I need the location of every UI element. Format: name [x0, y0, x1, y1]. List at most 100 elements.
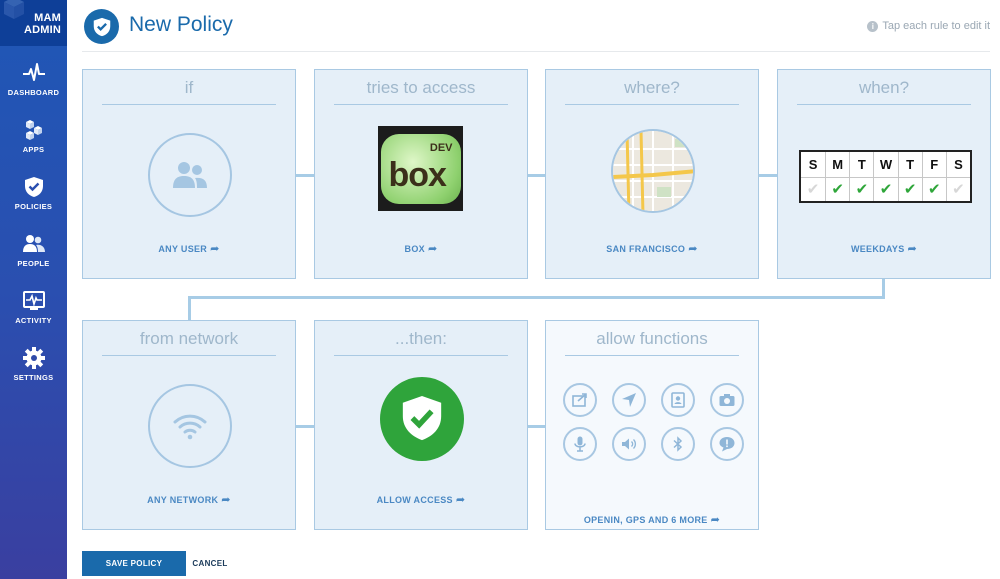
- brand-line1: MAM: [34, 12, 61, 24]
- function-bluetooth[interactable]: [661, 427, 695, 461]
- function-chat[interactable]: [710, 427, 744, 461]
- wifi-circle: [148, 384, 232, 468]
- connector: [527, 425, 545, 428]
- card-label: BOX ➦: [315, 242, 527, 255]
- card-label: WEEKDAYS ➦: [778, 242, 990, 255]
- function-camera[interactable]: [710, 383, 744, 417]
- card-label: ANY USER ➦: [83, 242, 295, 255]
- share-arrow-icon: ➦: [455, 494, 466, 506]
- rule-card-functions[interactable]: allow functions OPENIN, GPS AND 6 MORE ➦: [545, 320, 759, 530]
- day-letter: T: [849, 152, 873, 177]
- activity-monitor-icon: [22, 291, 45, 310]
- camera-icon: [719, 394, 735, 406]
- brand-line2: ADMIN: [23, 24, 61, 36]
- edit-hint-text: Tap each rule to edit it: [882, 20, 990, 32]
- card-label: ALLOW ACCESS ➦: [315, 493, 527, 506]
- card-title: where?: [565, 78, 739, 105]
- function-microphone[interactable]: [563, 427, 597, 461]
- card-label: SAN FRANCISCO ➦: [546, 242, 758, 255]
- day-check-icon: ✔: [945, 176, 970, 201]
- contacts-icon: [671, 392, 685, 408]
- edit-hint: i Tap each rule to edit it: [867, 20, 990, 32]
- header-divider: [82, 51, 990, 52]
- card-label-text: ANY USER: [158, 244, 208, 254]
- info-icon: i: [867, 20, 879, 32]
- policy-shield-logo: [84, 9, 119, 44]
- day-letter: F: [921, 152, 946, 177]
- day-check-icon: ✔: [921, 176, 946, 201]
- box-app-logo: DEV box: [378, 126, 463, 211]
- brand-name: MAM ADMIN: [24, 12, 61, 36]
- shield-check-icon: [402, 396, 442, 441]
- day-check-icon: ✔: [825, 176, 850, 201]
- day-check-icon: ✔: [801, 176, 826, 202]
- sidebar-item-activity[interactable]: ACTIVITY: [0, 274, 67, 331]
- card-label-text: OPENIN, GPS AND 6 MORE: [583, 515, 708, 525]
- bluetooth-icon: [673, 436, 683, 452]
- rule-card-then[interactable]: ...then: ALLOW ACCESS ➦: [314, 320, 528, 530]
- day-check-icon: ✔: [897, 176, 922, 201]
- box-logo-word: box: [388, 155, 447, 194]
- sidebar-item-apps[interactable]: APPS: [0, 103, 67, 160]
- rule-card-access[interactable]: tries to access DEV box BOX ➦: [314, 69, 528, 279]
- rule-card-where[interactable]: where? SAN FRANCISCO ➦: [545, 69, 759, 279]
- weekday-calendar: S M T W T F S ✔ ✔ ✔ ✔ ✔ ✔ ✔: [799, 150, 972, 203]
- day-letter: T: [897, 152, 922, 177]
- sidebar-item-dashboard[interactable]: DASHBOARD: [0, 46, 67, 103]
- rule-card-if[interactable]: if ANY USER ➦: [82, 69, 296, 279]
- function-gps[interactable]: [612, 383, 646, 417]
- card-title: allow functions: [565, 329, 739, 356]
- sidebar-item-label: PEOPLE: [17, 259, 50, 268]
- share-arrow-icon: ➦: [688, 243, 698, 255]
- function-open-in[interactable]: [563, 383, 597, 417]
- people-icon: [22, 235, 45, 252]
- function-grid: [563, 383, 745, 461]
- sidebar-item-people[interactable]: PEOPLE: [0, 217, 67, 274]
- box-logo-cloud: DEV box: [380, 133, 461, 204]
- share-arrow-icon: ➦: [210, 243, 220, 255]
- shield-check-icon: [93, 17, 110, 36]
- map-thumbnail: [611, 129, 695, 213]
- card-title: when?: [797, 78, 971, 105]
- share-arrow-icon: ➦: [710, 514, 721, 526]
- sidebar-item-label: ACTIVITY: [15, 316, 52, 325]
- sidebar-item-policies[interactable]: POLICIES: [0, 160, 67, 217]
- share-arrow-icon: ➦: [907, 243, 918, 255]
- day-check-icon: ✔: [873, 176, 898, 201]
- day-letter: M: [825, 152, 849, 177]
- map-icon: [613, 131, 693, 211]
- sidebar-item-settings[interactable]: SETTINGS: [0, 331, 67, 388]
- open-in-icon: [572, 393, 587, 407]
- chat-icon: [719, 437, 735, 452]
- shield-check-icon: [24, 177, 43, 197]
- pulse-icon: [22, 63, 45, 81]
- connector: [758, 174, 777, 177]
- day-letter: W: [873, 152, 897, 177]
- connector: [295, 425, 314, 428]
- cubes-icon: [25, 120, 42, 140]
- sidebar-item-label: POLICIES: [14, 202, 53, 211]
- sidebar-item-label: SETTINGS: [13, 373, 54, 382]
- save-policy-button[interactable]: SAVE POLICY: [82, 551, 186, 576]
- card-title: if: [102, 78, 276, 105]
- day-letter: S: [808, 156, 818, 172]
- function-contacts[interactable]: [661, 383, 695, 417]
- box-logo-tag: DEV: [429, 141, 453, 154]
- card-label-text: SAN FRANCISCO: [606, 244, 686, 254]
- connector: [527, 174, 545, 177]
- gps-icon: [622, 393, 636, 407]
- wifi-icon: [173, 414, 207, 440]
- users-icon: [173, 162, 207, 188]
- day-check-icon: ✔: [849, 176, 874, 201]
- cancel-button[interactable]: CANCEL: [190, 551, 230, 576]
- connector: [295, 174, 314, 177]
- rule-card-network[interactable]: from network ANY NETWORK ➦: [82, 320, 296, 530]
- function-speaker[interactable]: [612, 427, 646, 461]
- connector: [188, 296, 191, 321]
- rule-card-when[interactable]: when? S M T W T F S ✔ ✔ ✔ ✔ ✔ ✔ ✔ WEEKDA…: [777, 69, 991, 279]
- card-label-text: WEEKDAYS: [850, 244, 905, 254]
- day-letter: S: [945, 152, 970, 177]
- card-label-text: ANY NETWORK: [147, 495, 219, 505]
- header: New Policy i Tap each rule to edit it: [67, 0, 1000, 52]
- page-title: New Policy: [129, 13, 233, 36]
